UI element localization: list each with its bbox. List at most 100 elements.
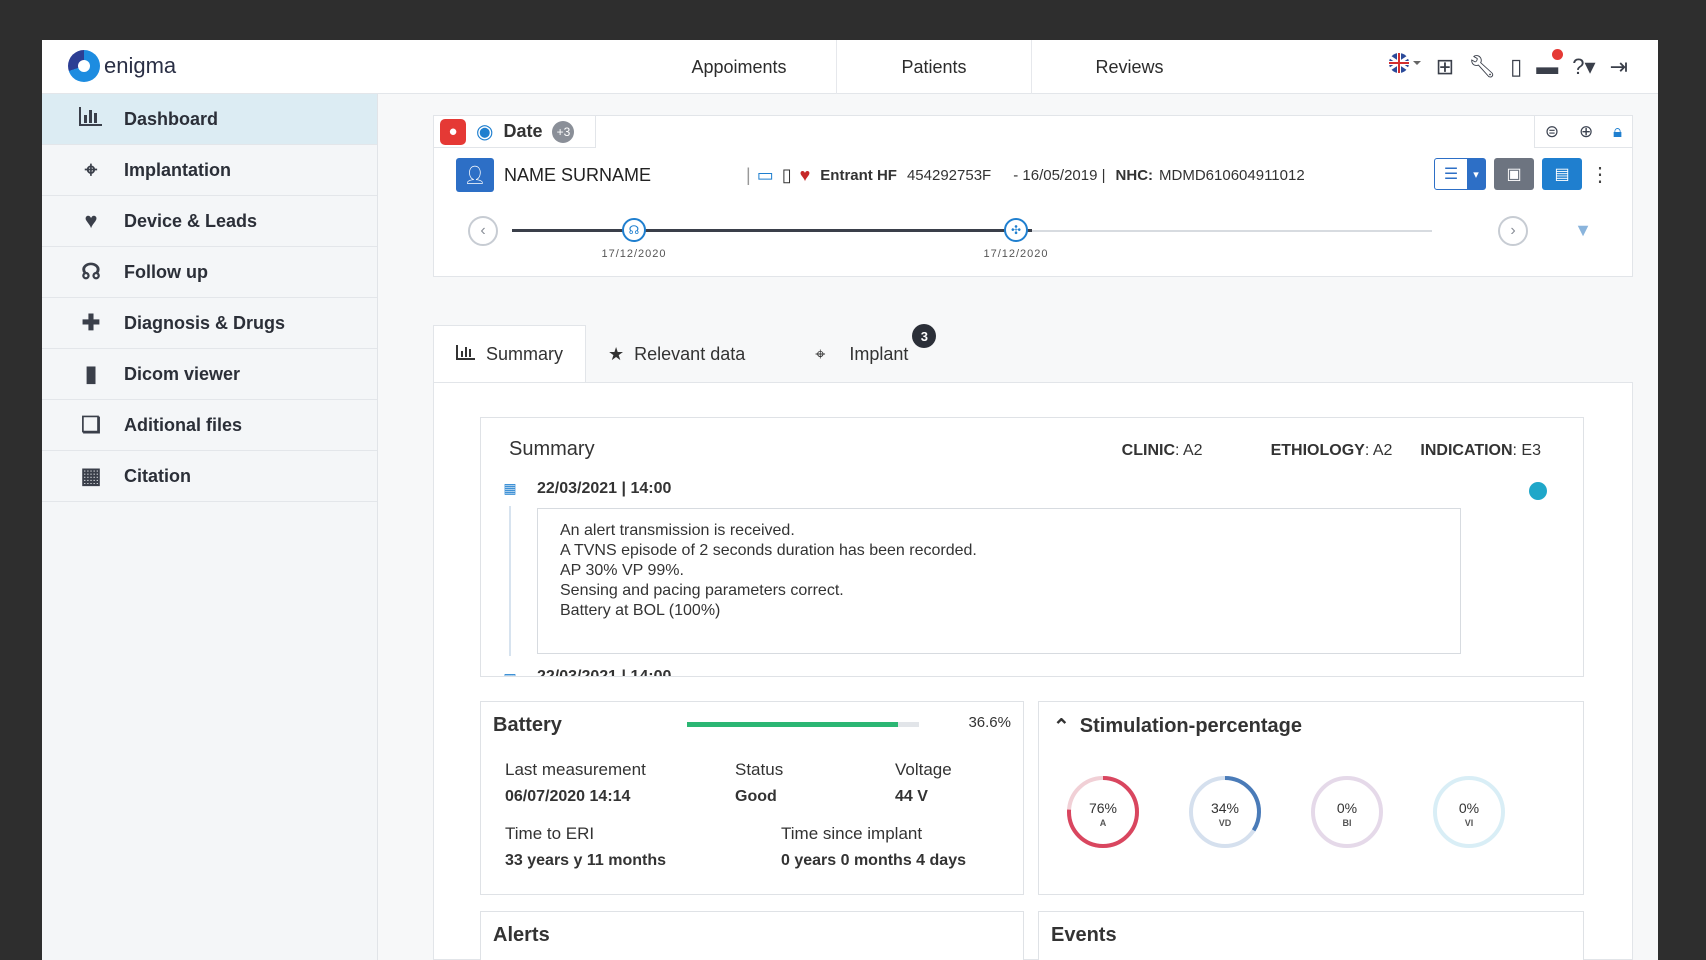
stimulation-title: Stimulation-percentage: [1079, 715, 1303, 737]
date-tab[interactable]: ● ◉ Date +3: [434, 116, 596, 148]
sidebar-item-label: Implantation: [124, 159, 231, 180]
entry-status-icon[interactable]: [1529, 482, 1547, 500]
sidebar-item-label: Dicom viewer: [124, 363, 241, 384]
separator: |: [746, 164, 751, 185]
sidebar-item-dicom-viewer[interactable]: ▮ Dicom viewer: [42, 349, 377, 400]
tab-content: Summary CLINIC: A2 ETHIOLOGY: A2 INDICAT…: [433, 382, 1633, 960]
save-icon: ▣: [1506, 166, 1522, 183]
summary-panel: Summary CLINIC: A2 ETHIOLOGY: A2 INDICAT…: [480, 417, 1584, 677]
globe-icon[interactable]: ⊕: [1579, 122, 1593, 142]
nav-patients[interactable]: Patients: [837, 40, 1032, 94]
sidebar-item-citation[interactable]: ▦ Citation: [42, 451, 377, 502]
device-info-icon[interactable]: ▯: [1510, 50, 1522, 84]
nhc-label: NHC:: [1115, 166, 1154, 184]
gauge-label: BI: [1342, 818, 1352, 828]
sidebar-item-dashboard[interactable]: Dashboard: [42, 94, 377, 145]
logo-mark-icon: [68, 50, 100, 82]
sidebar-item-follow-up[interactable]: ☊ Follow up: [42, 247, 377, 298]
sidebar-item-label: Aditional files: [124, 414, 243, 435]
last-measurement-value: 06/07/2020 14:14: [505, 788, 631, 805]
logo[interactable]: enigma: [68, 50, 176, 82]
gauge-value: 0%: [1458, 800, 1480, 816]
filter-icon[interactable]: ▼: [1574, 220, 1592, 241]
document-button[interactable]: ▤: [1542, 158, 1582, 190]
grid-icon[interactable]: ⊞: [1436, 50, 1454, 84]
top-nav: Appoiments Patients Reviews: [642, 40, 1227, 94]
date-count-badge: +3: [552, 120, 575, 143]
timeline-node[interactable]: ☊: [622, 218, 646, 242]
events-panel: Events: [1038, 911, 1584, 960]
tab-implant[interactable]: ⌖ Implant 3: [793, 324, 937, 382]
blood-drop-icon: ●: [440, 118, 466, 145]
nav-reviews[interactable]: Reviews: [1032, 40, 1227, 94]
tab-bar: Summary ★ Relevant data ⌖ Implant 3: [433, 324, 937, 382]
timeline-node[interactable]: ✣: [1004, 218, 1028, 242]
notification-badge: [1552, 49, 1564, 60]
gauge-label: VI: [1464, 818, 1474, 828]
tab-relevant-data[interactable]: ★ Relevant data: [586, 326, 767, 382]
patient-name: NAME SURNAME: [504, 164, 652, 185]
status-label: Status: [735, 760, 784, 779]
sidebar-item-additional-files[interactable]: ❏ Aditional files: [42, 400, 377, 451]
timeline-prev-icon[interactable]: ‹: [468, 216, 498, 246]
alerts-title: Alerts: [493, 924, 550, 946]
timeline: ‹ ☊ 17/12/2020 ✣ 17/12/2020 › ▼: [468, 212, 1592, 262]
chevron-down-icon: ▾: [1467, 159, 1485, 189]
sidebar-item-diagnosis-drugs[interactable]: ✚ Diagnosis & Drugs: [42, 298, 377, 349]
crosshair-icon: ⌖: [815, 343, 826, 364]
app-window: enigma Appoiments Patients Reviews ⊞ 🔧︎ …: [42, 40, 1658, 960]
calendar-check-icon: ▦: [498, 666, 522, 676]
language-flag-icon[interactable]: [1388, 50, 1422, 84]
logout-icon[interactable]: ⇥: [1610, 50, 1628, 84]
sidebar-item-label: Diagnosis & Drugs: [124, 312, 286, 333]
last-measurement-label: Last measurement: [505, 760, 646, 779]
gauge-value: 0%: [1336, 800, 1358, 816]
patient-row: 👤︎ NAME SURNAME | ▭ ▯ ♥ Entrant HF 45429…: [456, 156, 1610, 194]
voltage-value: 44 V: [895, 788, 928, 805]
clinic-field: CLINIC: A2: [1121, 442, 1203, 459]
help-icon[interactable]: ?▾: [1572, 50, 1595, 84]
heart-device-icon: ♥: [799, 164, 811, 185]
chevron-up-icon: ⌃: [1053, 716, 1070, 738]
card-top-tools: ⊜ ⊕ 🔒︎: [1534, 116, 1632, 148]
top-bar: enigma Appoiments Patients Reviews ⊞ 🔧︎ …: [42, 40, 1658, 94]
stimulation-header[interactable]: ⌃ Stimulation-percentage: [1053, 714, 1302, 739]
gauge-value: 34%: [1210, 800, 1240, 816]
flag-circle-icon[interactable]: ⊜: [1545, 122, 1559, 142]
implant-count-badge: 3: [912, 324, 937, 348]
wrench-icon[interactable]: 🔧︎: [1468, 50, 1496, 84]
sidebar: Dashboard ⌖ Implantation ♥ Device & Lead…: [42, 94, 378, 960]
sidebar-item-label: Follow up: [124, 261, 208, 282]
device-icons: ▭ ▯ ♥: [757, 165, 811, 186]
gauge-label: A: [1099, 818, 1107, 828]
tab-label: Summary: [486, 343, 564, 364]
crosshair-icon: ⌖: [84, 157, 98, 182]
nav-appointments[interactable]: Appoiments: [642, 40, 837, 94]
sidebar-item-implantation[interactable]: ⌖ Implantation: [42, 145, 377, 196]
calendar-check-icon: ▦: [498, 476, 522, 500]
more-options-icon[interactable]: ⋮: [1590, 158, 1610, 190]
eye-icon[interactable]: ◉: [476, 119, 493, 144]
battery-panel: Battery 36.6% Last measurement 06/07/202…: [480, 701, 1024, 895]
timeline-range: [512, 229, 1032, 232]
summary-title: Summary: [509, 438, 595, 460]
timeline-date: 17/12/2020: [601, 248, 667, 260]
tab-summary[interactable]: Summary: [433, 325, 587, 382]
lock-icon[interactable]: 🔒︎: [1613, 122, 1622, 142]
sidebar-item-label: Dashboard: [124, 108, 219, 129]
sidebar-item-device-leads[interactable]: ♥ Device & Leads: [42, 196, 377, 247]
entry-date: 22/03/2021 | 14:00: [537, 668, 672, 677]
entry-text: An alert transmission is received. A TVN…: [537, 508, 1461, 654]
since-implant-label: Time since implant: [781, 824, 923, 843]
list-icon: ☰: [1443, 166, 1459, 183]
app-name: enigma: [104, 53, 177, 78]
medkit-icon: ✚: [81, 310, 101, 335]
timeline-next-icon[interactable]: ›: [1498, 216, 1528, 246]
save-button[interactable]: ▣: [1494, 158, 1534, 190]
document-icon: ▤: [1554, 166, 1570, 183]
inbox-icon[interactable]: ▬: [1536, 49, 1564, 84]
bar-chart-icon: [456, 344, 476, 365]
patient-tools: ☰ ▾ ▣ ▤ ⋮: [1434, 158, 1610, 190]
list-view-dropdown[interactable]: ☰ ▾: [1434, 158, 1486, 190]
tab-label: Implant: [849, 343, 909, 364]
